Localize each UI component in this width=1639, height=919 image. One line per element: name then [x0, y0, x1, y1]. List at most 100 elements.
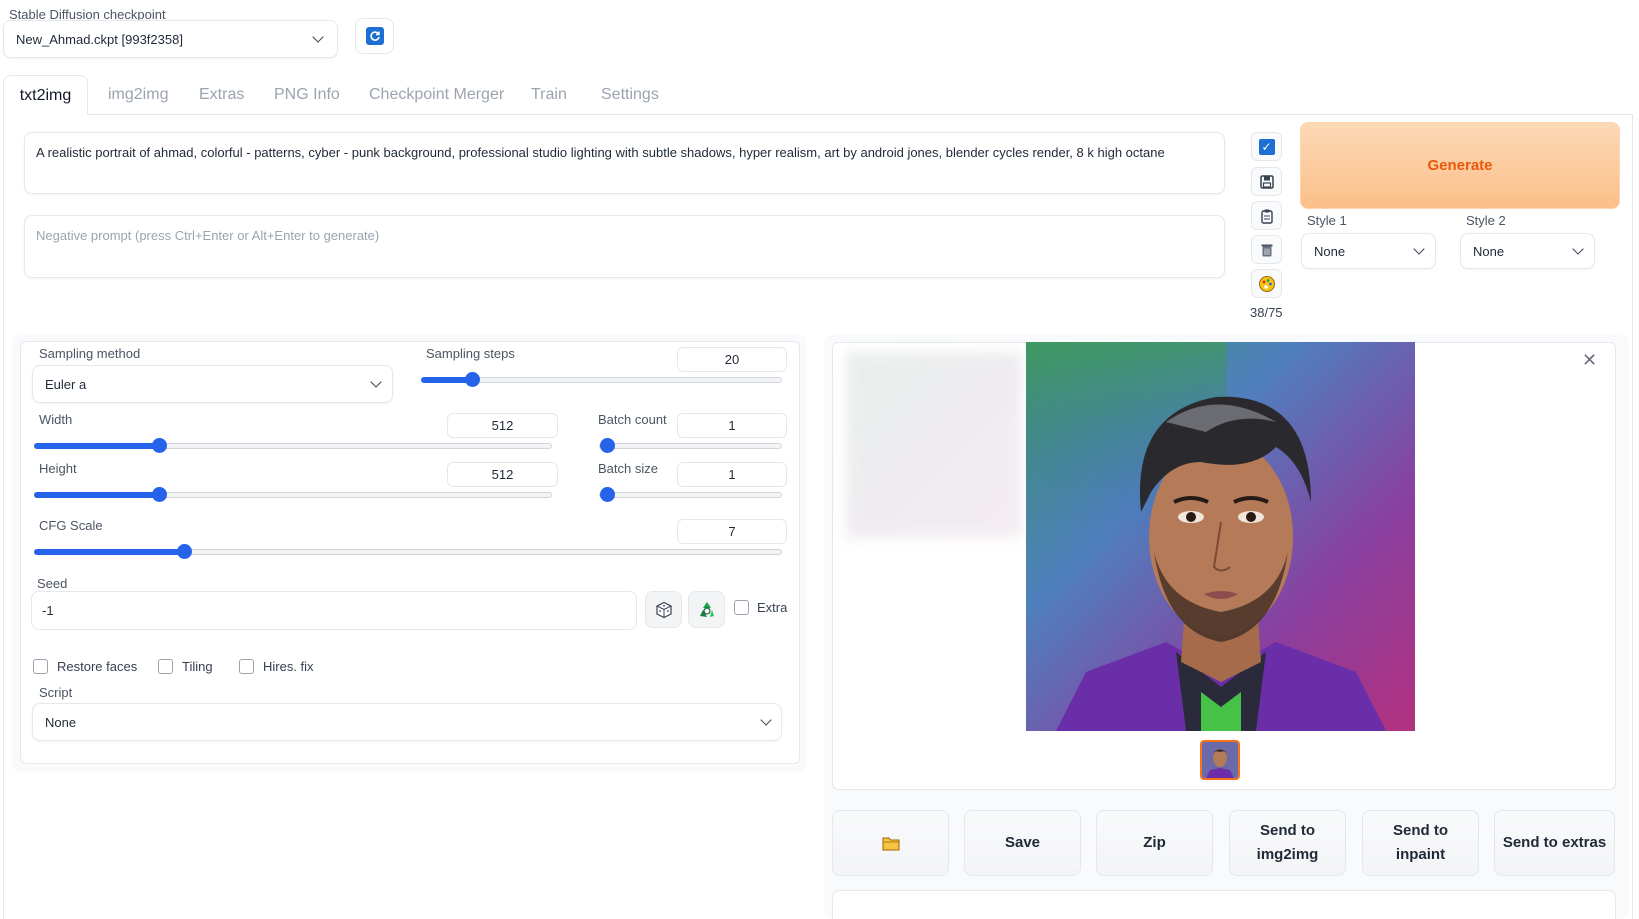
- clipboard-icon: [1260, 209, 1273, 224]
- tab-img2img[interactable]: img2img: [93, 75, 183, 115]
- checkbox-tool-button[interactable]: ✓: [1251, 132, 1282, 161]
- style1-value: None: [1314, 244, 1346, 259]
- batch-size-label: Batch size: [598, 461, 658, 476]
- refresh-checkpoint-button[interactable]: [355, 18, 394, 54]
- chevron-down-icon: [312, 31, 324, 43]
- restore-faces-label: Restore faces: [57, 659, 138, 674]
- sampling-steps-input[interactable]: 20: [677, 347, 787, 372]
- dice-icon: [655, 601, 672, 618]
- thumbnail-image: [1202, 742, 1238, 778]
- tab-checkpoint-merger[interactable]: Checkpoint Merger: [354, 75, 519, 115]
- generate-button[interactable]: Generate: [1300, 122, 1620, 209]
- width-slider[interactable]: [34, 438, 552, 453]
- generation-info-box: [832, 890, 1616, 919]
- send-to-img2img-button[interactable]: Send to img2img: [1229, 810, 1346, 876]
- style2-value: None: [1473, 244, 1505, 259]
- slider-thumb[interactable]: [600, 438, 615, 453]
- checkpoint-value: New_Ahmad.ckpt [993f2358]: [16, 32, 183, 47]
- extra-networks-button[interactable]: [1251, 269, 1282, 298]
- negative-prompt-textarea[interactable]: Negative prompt (press Ctrl+Enter or Alt…: [24, 215, 1225, 278]
- cfg-scale-label: CFG Scale: [39, 518, 103, 533]
- save-icon: [1259, 174, 1274, 189]
- zip-button[interactable]: Zip: [1096, 810, 1213, 876]
- sampling-method-select[interactable]: Euler a: [32, 365, 393, 403]
- open-folder-button[interactable]: [832, 810, 949, 876]
- folder-icon: [882, 837, 899, 850]
- previous-image-ghost: [846, 352, 1022, 538]
- style2-label: Style 2: [1466, 213, 1506, 228]
- send-to-inpaint-button[interactable]: Send to inpaint: [1362, 810, 1479, 876]
- cfg-scale-slider[interactable]: [34, 544, 782, 559]
- slider-thumb[interactable]: [152, 487, 167, 502]
- restore-faces-checkbox[interactable]: [33, 659, 48, 674]
- batch-count-label: Batch count: [598, 412, 667, 427]
- seed-input[interactable]: -1: [31, 591, 637, 630]
- reuse-seed-button[interactable]: [688, 591, 725, 628]
- width-label: Width: [39, 412, 73, 427]
- sampling-steps-label: Sampling steps: [426, 346, 515, 361]
- tab-bar: txt2img img2img Extras PNG Info Checkpoi…: [3, 75, 1633, 115]
- batch-count-slider[interactable]: [599, 438, 782, 453]
- batch-count-input[interactable]: 1: [677, 413, 787, 438]
- extra-seed-label: Extra: [757, 600, 788, 615]
- sampling-method-value: Euler a: [45, 377, 87, 392]
- random-seed-button[interactable]: [645, 591, 682, 628]
- palette-icon: [1258, 275, 1275, 292]
- send-to-img2img-line2: img2img: [1256, 846, 1319, 863]
- batch-size-slider[interactable]: [599, 487, 782, 502]
- batch-size-input[interactable]: 1: [677, 462, 787, 487]
- chevron-down-icon: [1413, 243, 1425, 255]
- tiling-checkbox[interactable]: [158, 659, 173, 674]
- save-button[interactable]: Save: [964, 810, 1081, 876]
- trash-icon: [1261, 244, 1272, 256]
- prompt-textarea[interactable]: A realistic portrait of ahmad, colorful …: [24, 132, 1225, 194]
- slider-fill: [34, 443, 158, 449]
- send-to-inpaint-line2: inpaint: [1395, 846, 1446, 863]
- slider-fill: [421, 377, 471, 383]
- close-image-button[interactable]: ✕: [1582, 350, 1597, 371]
- script-label: Script: [39, 685, 73, 700]
- slider-thumb[interactable]: [177, 544, 192, 559]
- tab-txt2img[interactable]: txt2img: [3, 75, 88, 115]
- script-select[interactable]: None: [32, 703, 782, 741]
- width-input[interactable]: 512: [447, 413, 558, 438]
- send-to-inpaint-line1: Send to: [1393, 822, 1448, 839]
- slider-fill: [34, 549, 183, 555]
- seed-label: Seed: [37, 576, 68, 591]
- prompt-text: A realistic portrait of ahmad, colorful …: [36, 145, 1165, 160]
- generated-image[interactable]: [1026, 342, 1415, 731]
- recycle-icon: [699, 601, 714, 617]
- paste-button[interactable]: [1251, 201, 1282, 230]
- tab-train[interactable]: Train: [516, 75, 582, 115]
- height-slider[interactable]: [34, 487, 552, 502]
- clear-prompt-button[interactable]: [1251, 235, 1282, 264]
- height-input[interactable]: 512: [447, 462, 558, 487]
- slider-thumb[interactable]: [600, 487, 615, 502]
- save-style-button[interactable]: [1251, 167, 1282, 196]
- token-counter: 38/75: [1250, 305, 1283, 320]
- hires-fix-checkbox[interactable]: [239, 659, 254, 674]
- send-to-img2img-line1: Send to: [1260, 822, 1315, 839]
- gallery-thumbnail[interactable]: [1200, 740, 1240, 780]
- portrait-image: [1026, 342, 1415, 731]
- sampling-steps-slider[interactable]: [421, 372, 782, 387]
- sampling-method-label: Sampling method: [39, 346, 141, 361]
- tab-png-info[interactable]: PNG Info: [259, 75, 355, 115]
- hires-fix-label: Hires. fix: [263, 659, 314, 674]
- extra-seed-checkbox[interactable]: [734, 600, 749, 615]
- tab-settings[interactable]: Settings: [586, 75, 674, 115]
- slider-thumb[interactable]: [465, 372, 480, 387]
- slider-fill: [34, 492, 158, 498]
- tiling-label: Tiling: [182, 659, 213, 674]
- negative-prompt-placeholder: Negative prompt (press Ctrl+Enter or Alt…: [36, 228, 380, 243]
- tab-extras[interactable]: Extras: [184, 75, 259, 115]
- script-value: None: [45, 715, 77, 730]
- chevron-down-icon: [370, 376, 382, 388]
- cfg-scale-input[interactable]: 7: [677, 519, 787, 544]
- checkpoint-select[interactable]: New_Ahmad.ckpt [993f2358]: [3, 20, 338, 58]
- style2-select[interactable]: None: [1460, 233, 1595, 269]
- send-to-extras-button[interactable]: Send to extras: [1494, 810, 1615, 876]
- refresh-icon: [365, 27, 384, 45]
- slider-thumb[interactable]: [152, 438, 167, 453]
- style1-select[interactable]: None: [1301, 233, 1436, 269]
